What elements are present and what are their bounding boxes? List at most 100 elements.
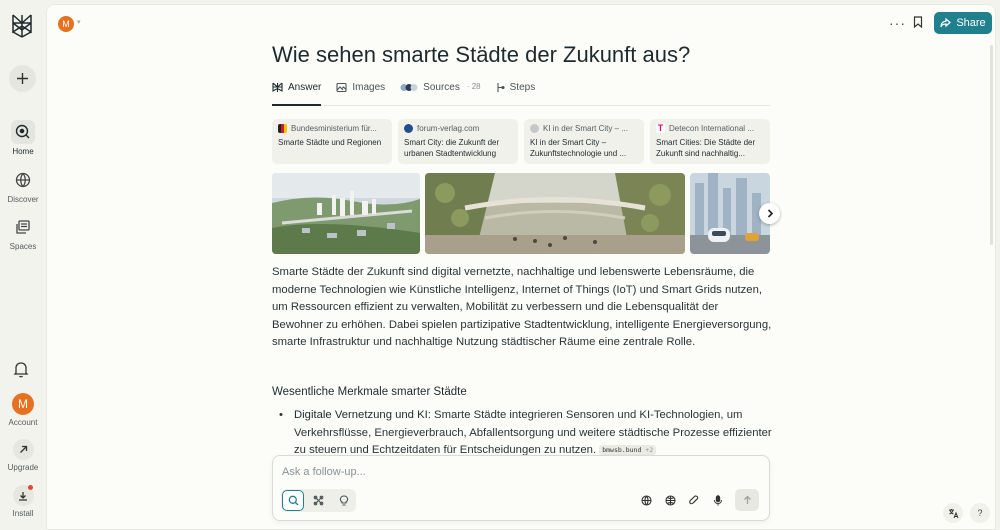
bundesadler-favicon-icon [278,124,287,133]
citation-badge[interactable]: bmwsb.bund +2 [599,445,657,455]
answer-icon [272,82,283,92]
mode-search-button[interactable] [282,490,305,511]
tab-images[interactable]: Images [336,82,385,106]
mode-research-button[interactable] [307,490,329,511]
paperclip-icon [689,494,699,504]
page-title: Wie sehen smarte Städte der Zukunft aus? [272,42,691,67]
main-panel: M ▾ ··· Share Wie sehen smarte Städte de… [46,4,996,530]
tab-answer[interactable]: Answer [272,82,322,106]
share-label: Share [956,17,986,29]
sidebar-item-spaces[interactable]: Spaces [0,215,46,251]
sidebar-account[interactable]: M Account [0,393,46,427]
source-site: Bundesministerium für... [291,124,377,133]
chevron-down-icon[interactable]: ▾ [77,18,81,26]
source-title: Smart Cities: Die Städte der Zukunft sin… [656,138,756,158]
sidebar-item-install[interactable]: Install [0,485,46,518]
attach-button[interactable] [687,493,701,507]
tab-label: Images [352,82,386,93]
green-plaza-image [425,173,685,254]
source-title: Smarte Städte und Regionen [278,138,382,147]
tab-label: Steps [509,82,536,93]
source-site: Detecon International ... [669,124,754,133]
search-icon [288,495,299,506]
bookmark-icon[interactable] [913,16,923,28]
sidebar-item-upgrade[interactable]: Upgrade [0,439,46,472]
new-thread-button[interactable] [9,65,36,92]
sidebar: Home Discover Spaces M Account Upgrade I… [0,0,46,530]
aerial-city-image [272,173,420,254]
sources-icon [400,84,418,91]
plus-icon [17,73,28,84]
source-site: KI in der Smart City – ... [543,124,628,133]
tab-steps[interactable]: Steps [496,82,536,106]
spaces-icon [16,220,30,234]
source-card[interactable]: forum-verlag.com Smart City: die Zukunft… [398,119,518,164]
sidebar-item-home[interactable]: Home [0,120,46,156]
source-title: Smart City: die Zukunft der urbanen Stad… [404,138,500,158]
bullet-title: Digitale Vernetzung und KI: [294,409,431,421]
tab-label: Sources [423,82,460,93]
tab-label: Answer [288,82,322,93]
image-strip [272,173,780,254]
scrollbar[interactable] [990,45,993,245]
research-icon [313,495,324,506]
mode-labs-button[interactable] [333,490,355,511]
image-aerial-city[interactable] [272,173,420,254]
globe-button[interactable] [639,493,653,507]
help-icon: ? [977,508,983,518]
source-card[interactable]: Bundesministerium für... Smarte Städte u… [272,119,392,164]
download-icon [19,491,27,501]
sidebar-item-discover[interactable]: Discover [0,168,46,204]
image-skyline-vehicle[interactable] [690,173,770,254]
search-mode-selector [281,489,356,512]
voice-button[interactable] [711,493,725,507]
share-button[interactable]: Share [934,12,992,34]
bell-icon[interactable] [13,361,29,378]
sources-row: Bundesministerium für... Smarte Städte u… [272,119,770,164]
citation-label: bmwsb.bund [602,446,642,454]
language-button[interactable] [943,503,963,523]
globe-favicon-icon [530,124,539,133]
steps-icon [497,83,505,92]
citation-more: +2 [645,446,654,454]
share-icon [940,18,952,28]
answer-paragraph: Smarte Städte der Zukunft sind digital v… [272,266,772,348]
sidebar-item-label: Account [8,418,38,427]
arrow-up-right-icon [19,445,27,453]
source-title: KI in der Smart City – Zukunftstechnolog… [530,138,627,158]
lightbulb-icon [339,495,348,506]
skyline-vehicle-image [690,173,770,254]
chevron-right-icon [767,209,773,218]
source-card[interactable]: KI in der Smart City – ... KI in der Sma… [524,119,644,164]
help-button[interactable]: ? [970,503,990,523]
avatar: M [12,393,34,415]
submit-button[interactable] [735,489,759,511]
sources-count: · 28 [466,82,481,91]
arrow-up-icon [743,495,751,504]
globe-icon [15,172,31,188]
sidebar-item-label: Upgrade [7,463,39,472]
tab-sources[interactable]: Sources · 28 [400,82,481,106]
image-icon [336,82,347,93]
source-card[interactable]: T Detecon International ... Smart Cities:… [650,119,770,164]
image-green-plaza[interactable] [425,173,685,254]
home-icon [15,124,30,139]
images-next-button[interactable] [759,203,780,224]
sidebar-item-label: Install [12,509,34,518]
network-icon [664,494,676,506]
list-item: Digitale Vernetzung und KI: Smarte Städt… [279,407,772,460]
microphone-icon [714,494,722,505]
sidebar-item-label: Discover [7,195,39,204]
followup-box [272,455,770,521]
perplexity-logo[interactable] [10,13,34,39]
more-icon[interactable]: ··· [889,15,906,31]
translate-icon [948,508,958,518]
avatar[interactable]: M [58,16,74,32]
sidebar-item-label: Home [12,147,34,156]
source-site: forum-verlag.com [417,124,480,133]
sources-button[interactable] [663,493,677,507]
followup-input[interactable] [282,464,752,480]
notification-dot [28,485,33,490]
globe-icon [640,494,652,506]
result-tabs: Answer Images Sources · 28 Steps [272,82,770,106]
